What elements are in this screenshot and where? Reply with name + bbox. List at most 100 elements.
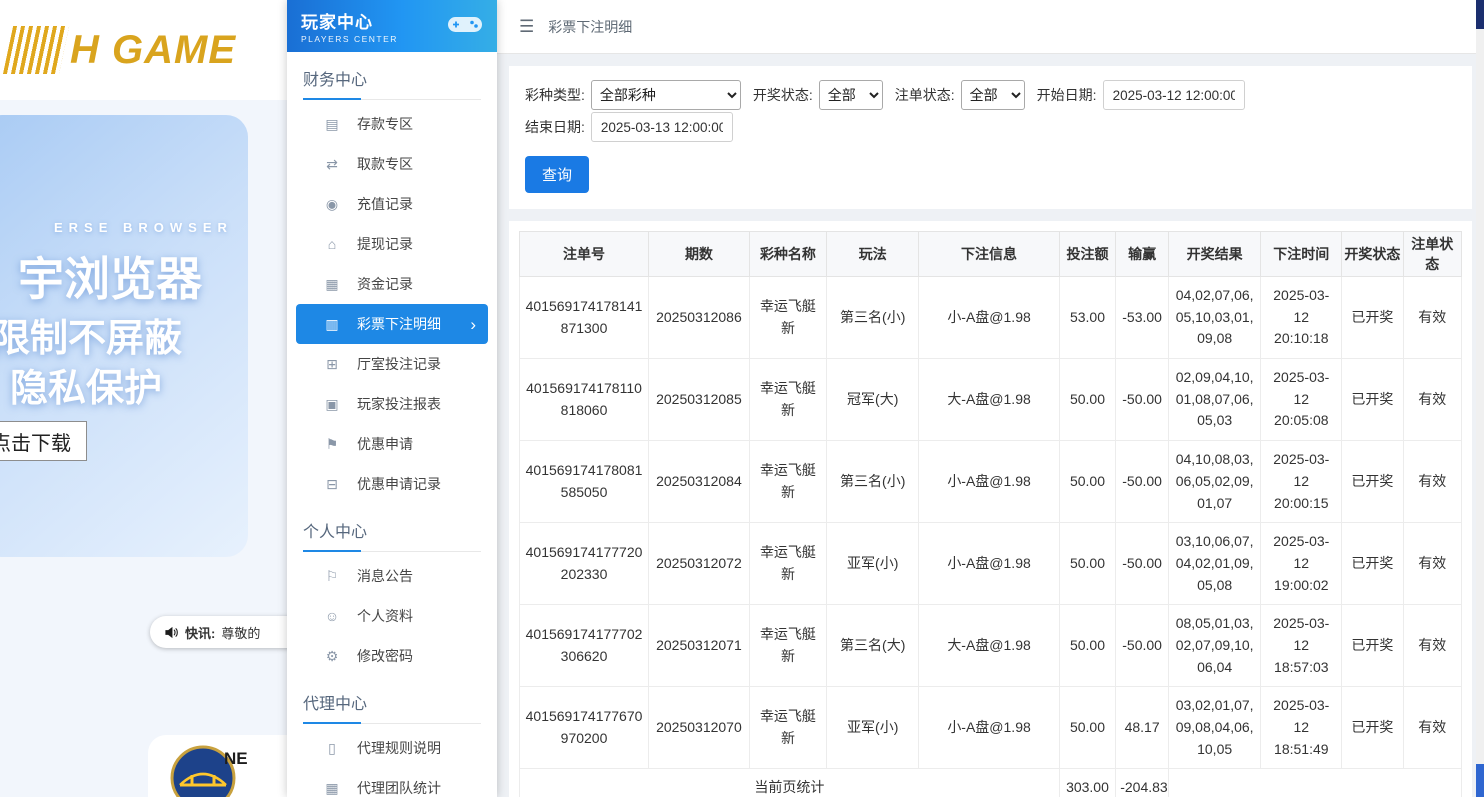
cell-bet-no: 401569174178110818060 bbox=[520, 359, 649, 441]
table-row: 40156917417814187130020250312086幸运飞艇新第三名… bbox=[520, 277, 1462, 359]
sidebar-item-label: 取款专区 bbox=[357, 154, 413, 174]
sidebar-item[interactable]: ⚑优惠申请 bbox=[296, 424, 488, 464]
menu-toggle-icon[interactable]: ☰ bbox=[519, 17, 534, 37]
summary-winloss: -204.83 bbox=[1116, 769, 1169, 797]
scrollbar-bottom-thumb[interactable] bbox=[1476, 764, 1484, 797]
sidebar-title: 玩家中心 bbox=[301, 8, 398, 33]
cell-amount: 53.00 bbox=[1059, 277, 1116, 359]
sidebar-item[interactable]: ▯代理规则说明 bbox=[296, 728, 488, 768]
cell-time: 2025-03-12 19:00:02 bbox=[1261, 523, 1342, 605]
background-bottom-card: NE bbox=[148, 735, 287, 797]
cell-winloss: -50.00 bbox=[1116, 523, 1169, 605]
cell-bet-no: 401569174178081585050 bbox=[520, 441, 649, 523]
cell-draw-status: 已开奖 bbox=[1342, 523, 1403, 605]
cell-amount: 50.00 bbox=[1059, 359, 1116, 441]
start-date-input[interactable] bbox=[1103, 80, 1245, 110]
bet-status-select[interactable]: 全部 bbox=[961, 80, 1025, 110]
page-title: 彩票下注明细 bbox=[548, 17, 632, 37]
sidebar-item[interactable]: ▤ 存款专区 bbox=[296, 104, 488, 144]
sidebar-item[interactable]: ☺个人资料 bbox=[296, 596, 488, 636]
cell-info: 小-A盘@1.98 bbox=[919, 277, 1059, 359]
sidebar-item[interactable]: ⚙修改密码 bbox=[296, 636, 488, 676]
sidebar-item[interactable]: ▥彩票下注明细› bbox=[296, 304, 488, 344]
sidebar-item[interactable]: ◉充值记录 bbox=[296, 184, 488, 224]
cell-play: 冠军(大) bbox=[827, 359, 919, 441]
sidebar-header: 玩家中心 PLAYERS CENTER bbox=[287, 0, 497, 52]
table-row: 40156917417770230662020250312071幸运飞艇新第三名… bbox=[520, 605, 1462, 687]
filter-panel: 彩种类型: 全部彩种 开奖状态: 全部 注单状态: bbox=[509, 66, 1472, 209]
bet-status-label: 注单状态: bbox=[895, 85, 955, 105]
cell-lottery: 幸运飞艇新 bbox=[749, 441, 826, 523]
cell-lottery: 幸运飞艇新 bbox=[749, 687, 826, 769]
sidebar-item[interactable]: ⌂提现记录 bbox=[296, 224, 488, 264]
cell-bet-status: 有效 bbox=[1403, 605, 1461, 687]
download-button[interactable]: 点击下载 bbox=[0, 421, 87, 461]
bet-status-filter: 注单状态: 全部 bbox=[895, 80, 1025, 110]
column-header: 玩法 bbox=[827, 232, 919, 277]
column-header: 开奖状态 bbox=[1342, 232, 1403, 277]
sidebar-item-label: 存款专区 bbox=[357, 114, 413, 134]
column-header: 下注时间 bbox=[1261, 232, 1342, 277]
cell-result: 03,02,01,07,09,08,04,06,10,05 bbox=[1168, 687, 1260, 769]
cell-result: 02,09,04,10,01,08,07,06,05,03 bbox=[1168, 359, 1260, 441]
cell-period: 20250312086 bbox=[649, 277, 750, 359]
end-date-input[interactable] bbox=[591, 112, 733, 142]
deposit-icon: ▤ bbox=[322, 116, 342, 133]
scrollbar[interactable] bbox=[1476, 0, 1484, 797]
cell-bet-no: 401569174177720202330 bbox=[520, 523, 649, 605]
summary-label: 当前页统计 bbox=[520, 769, 1060, 797]
sidebar-item[interactable]: ▣玩家投注报表 bbox=[296, 384, 488, 424]
scrollbar-top-thumb[interactable] bbox=[1476, 0, 1484, 29]
sidebar-item[interactable]: ⊟优惠申请记录 bbox=[296, 464, 488, 504]
lottery-type-filter: 彩种类型: 全部彩种 bbox=[525, 80, 741, 110]
sidebar-item-label: 资金记录 bbox=[357, 274, 413, 294]
sidebar-item[interactable]: ▦代理团队统计 bbox=[296, 768, 488, 797]
sidebar-item-label: 优惠申请 bbox=[357, 434, 413, 454]
table-row: 40156917417808158505020250312084幸运飞艇新第三名… bbox=[520, 441, 1462, 523]
cell-result: 03,10,06,07,04,02,01,09,05,08 bbox=[1168, 523, 1260, 605]
sidebar-nav: 财务中心▤存款专区⇄取款专区◉充值记录⌂提现记录▦资金记录▥彩票下注明细›⊞厅室… bbox=[287, 66, 497, 797]
column-header: 下注信息 bbox=[919, 232, 1059, 277]
cell-time: 2025-03-12 18:51:49 bbox=[1261, 687, 1342, 769]
page-summary-row: 当前页统计303.00-204.83 bbox=[520, 769, 1462, 797]
promo-subtitle: ERSE BROWSER bbox=[54, 220, 233, 235]
sidebar-item-label: 提现记录 bbox=[357, 234, 413, 254]
ticker-label: 快讯: bbox=[185, 623, 215, 642]
sidebar-item[interactable]: ⊞厅室投注记录 bbox=[296, 344, 488, 384]
start-date-filter: 开始日期: bbox=[1037, 80, 1245, 110]
cell-bet-status: 有效 bbox=[1403, 359, 1461, 441]
cell-winloss: -50.00 bbox=[1116, 441, 1169, 523]
sidebar-item[interactable]: ⚐消息公告 bbox=[296, 556, 488, 596]
sidebar: 玩家中心 PLAYERS CENTER 财务中心▤存款专区⇄取款专区◉充值记录⌂… bbox=[287, 0, 497, 797]
sidebar-section-title: 个人中心 bbox=[303, 518, 481, 552]
sidebar-item-label: 修改密码 bbox=[357, 646, 413, 666]
cell-bet-no: 401569174177670970200 bbox=[520, 687, 649, 769]
cell-result: 04,10,08,03,06,05,02,09,01,07 bbox=[1168, 441, 1260, 523]
cell-bet-no: 401569174177702306620 bbox=[520, 605, 649, 687]
cell-period: 20250312085 bbox=[649, 359, 750, 441]
cell-draw-status: 已开奖 bbox=[1342, 277, 1403, 359]
ticker-text: 尊敬的 bbox=[221, 623, 260, 642]
cell-play: 亚军(小) bbox=[827, 687, 919, 769]
topbar: ☰ 彩票下注明细 bbox=[497, 0, 1484, 54]
draw-status-select[interactable]: 全部 bbox=[819, 80, 883, 110]
column-header: 注单状态 bbox=[1403, 232, 1461, 277]
table-row: 40156917417767097020020250312070幸运飞艇新亚军(… bbox=[520, 687, 1462, 769]
sidebar-item[interactable]: ▦资金记录 bbox=[296, 264, 488, 304]
promo-headline-1: 宇浏览器 bbox=[18, 243, 202, 309]
sidebar-item[interactable]: ⇄ 取款专区 bbox=[296, 144, 488, 184]
query-button[interactable]: 查询 bbox=[525, 156, 589, 193]
promo-headline-2: 限制不屏蔽 bbox=[0, 307, 182, 362]
lottery-bet-detail-icon: ▥ bbox=[322, 316, 342, 333]
withdraw-icon: ⇄ bbox=[322, 156, 342, 173]
column-header: 注单号 bbox=[520, 232, 649, 277]
background-site-header: H GAME bbox=[0, 0, 287, 100]
cell-winloss: 48.17 bbox=[1116, 687, 1169, 769]
cell-time: 2025-03-12 20:00:15 bbox=[1261, 441, 1342, 523]
lottery-type-select[interactable]: 全部彩种 bbox=[591, 80, 741, 110]
agent-rules-icon: ▯ bbox=[322, 740, 342, 757]
column-header: 投注额 bbox=[1059, 232, 1116, 277]
draw-status-label: 开奖状态: bbox=[753, 85, 813, 105]
column-header: 彩种名称 bbox=[749, 232, 826, 277]
hall-bet-record-icon: ⊞ bbox=[322, 356, 342, 373]
